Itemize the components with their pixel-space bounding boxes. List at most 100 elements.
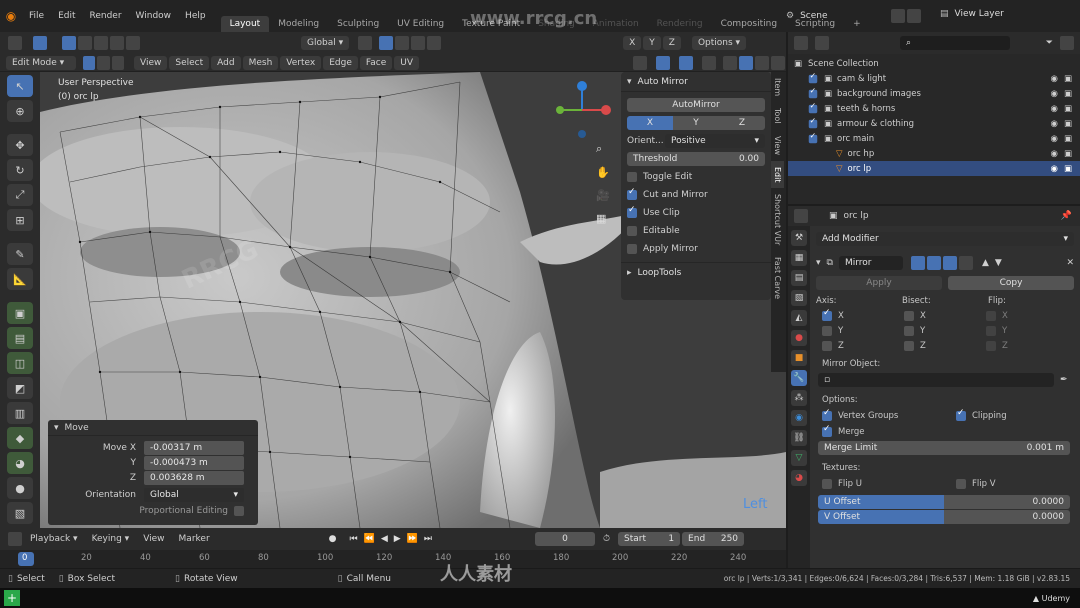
shading-wireframe-icon[interactable]: [722, 55, 737, 70]
automirror-axis-y[interactable]: Y: [673, 116, 719, 130]
sidebar-tab-edit[interactable]: Edit: [771, 160, 784, 189]
rotate-tool[interactable]: ↻: [7, 159, 33, 181]
looptools-header[interactable]: ▸ LoopTools: [621, 262, 771, 282]
move-up-icon[interactable]: ▲: [982, 258, 989, 268]
render-camera-icon[interactable]: ▣: [1064, 164, 1072, 174]
menu-select[interactable]: Select: [169, 55, 210, 70]
shading-solid-icon[interactable]: [738, 55, 753, 70]
u-offset-field[interactable]: U Offset 0.0000: [818, 495, 1070, 509]
flip-checkbox[interactable]: [986, 326, 996, 336]
outliner-search-input[interactable]: ⌕: [900, 36, 1010, 50]
options-dropdown[interactable]: Options ▾: [691, 36, 747, 50]
flip-checkbox[interactable]: [986, 341, 996, 351]
zoom-icon[interactable]: ⌕: [596, 142, 614, 156]
grid-icon[interactable]: ▦: [596, 212, 614, 225]
automirror-axis-x[interactable]: X: [627, 116, 673, 130]
automirror-button[interactable]: AutoMirror: [627, 98, 765, 112]
tab-uv-editing[interactable]: UV Editing: [388, 16, 453, 32]
tab-sculpting[interactable]: Sculpting: [328, 16, 388, 32]
overlay-icon[interactable]: [678, 55, 693, 70]
cursor-tool[interactable]: ⊕: [7, 100, 33, 122]
eye-icon[interactable]: ◉: [1051, 164, 1058, 174]
sidebar-tab-shortcut[interactable]: Shortcut VUr: [771, 188, 784, 251]
prev-keyframe-icon[interactable]: ⏪: [364, 534, 375, 544]
jump-end-icon[interactable]: ⏭: [424, 534, 432, 544]
eye-icon[interactable]: ◉: [1051, 74, 1058, 84]
new-collection-icon[interactable]: [1060, 36, 1074, 50]
timeline-ruler[interactable]: 0 20 40 60 80 100 120 140 160 180 200 220 240: [0, 550, 786, 568]
eye-icon[interactable]: ◉: [1051, 134, 1058, 144]
snap-target-icon[interactable]: [395, 36, 410, 50]
copy-button[interactable]: Copy: [948, 276, 1074, 290]
smooth-tool[interactable]: ●: [7, 477, 33, 499]
falloff-icon[interactable]: [427, 36, 442, 50]
menu-playback[interactable]: Playback ▾: [23, 534, 85, 544]
new-scene-icon[interactable]: [891, 9, 906, 23]
exclude-checkbox[interactable]: [808, 117, 818, 128]
transform-tool[interactable]: ⊞: [7, 209, 33, 231]
mode-dropdown[interactable]: Edit Mode ▾: [6, 55, 77, 70]
mirror-axis-x[interactable]: X: [623, 36, 642, 50]
visibility-icon[interactable]: [632, 55, 647, 70]
tab-compositing[interactable]: Compositing: [712, 16, 786, 32]
start-frame-field[interactable]: Start 1: [618, 532, 681, 546]
loop-cut-tool[interactable]: ▥: [7, 402, 33, 424]
modifier-name-field[interactable]: Mirror: [838, 256, 903, 270]
record-icon[interactable]: ●: [329, 534, 337, 544]
shading-rendered-icon[interactable]: [770, 55, 785, 70]
exclude-checkbox[interactable]: [808, 102, 818, 113]
snap-icon[interactable]: [379, 36, 394, 50]
oncage-toggle-icon[interactable]: [958, 256, 973, 270]
flip-v-checkbox[interactable]: [956, 479, 966, 489]
move-down-icon[interactable]: ▼: [995, 258, 1002, 268]
delete-scene-icon[interactable]: [907, 9, 922, 23]
render-camera-icon[interactable]: ▣: [1064, 104, 1072, 114]
outliner-row[interactable]: ▣ teeth & horns ◉ ▣: [788, 101, 1080, 116]
xray-icon[interactable]: [701, 55, 716, 70]
material-tab[interactable]: ◕: [791, 470, 807, 486]
mirror-object-field[interactable]: ▫: [818, 373, 1054, 387]
mirror-axis-y[interactable]: Y: [643, 36, 661, 50]
automirror-header[interactable]: ▾ Auto Mirror: [621, 72, 771, 92]
automirror-axis-z[interactable]: Z: [719, 116, 765, 130]
move-y-field[interactable]: -0.000473 m: [144, 456, 244, 470]
tab-layout[interactable]: Layout: [220, 16, 270, 32]
shear-tool[interactable]: ▧: [7, 502, 33, 524]
automirror-option-checkbox[interactable]: [627, 205, 637, 218]
menu-keying[interactable]: Keying ▾: [85, 534, 137, 544]
eye-icon[interactable]: ◉: [1051, 89, 1058, 99]
particles-tab[interactable]: ⁂: [791, 390, 807, 406]
exclude-checkbox[interactable]: [808, 72, 818, 83]
outliner-row[interactable]: ▣ cam & light ◉ ▣: [788, 71, 1080, 86]
menu-view-timeline[interactable]: View: [136, 534, 171, 544]
pivot-icon[interactable]: [358, 36, 373, 50]
orientation-dropdown[interactable]: Positive ▾: [665, 134, 765, 148]
play-reverse-icon[interactable]: ◀: [381, 534, 388, 544]
inset-tool[interactable]: ◫: [7, 352, 33, 374]
move-tool[interactable]: ✥: [7, 134, 33, 156]
automirror-option-checkbox[interactable]: [627, 187, 637, 200]
modifier-tab[interactable]: 🔧: [791, 370, 807, 386]
filter-icon[interactable]: ⏷: [1046, 38, 1053, 48]
properties-editor-icon[interactable]: [794, 209, 808, 223]
viewport-toggle-icon[interactable]: [926, 256, 941, 270]
gizmo-icon[interactable]: [655, 55, 670, 70]
view-layer-tab[interactable]: ▧: [791, 290, 807, 306]
outliner-row[interactable]: ▽ orc lp ◉ ▣: [788, 161, 1080, 176]
sidebar-tab-fast-carve[interactable]: Fast Carve: [771, 251, 784, 305]
blender-logo-icon[interactable]: ◉: [0, 9, 22, 23]
current-frame-field[interactable]: 0: [535, 532, 596, 546]
editor-type-icon[interactable]: [8, 36, 22, 50]
render-camera-icon[interactable]: ▣: [1064, 119, 1072, 129]
jump-start-icon[interactable]: ⏮: [350, 534, 358, 544]
menu-edit[interactable]: Edit: [51, 11, 82, 21]
object-tab[interactable]: ■: [791, 350, 807, 366]
select-mode-subtract-icon[interactable]: [94, 36, 108, 50]
merge-limit-field[interactable]: Merge Limit 0.001 m: [818, 441, 1070, 455]
face-select-icon[interactable]: [111, 55, 125, 70]
display-mode-icon[interactable]: [815, 36, 829, 50]
mirror-axis-z[interactable]: Z: [662, 36, 681, 50]
timeline-editor-icon[interactable]: [8, 532, 22, 546]
menu-face[interactable]: Face: [359, 55, 393, 70]
threshold-field[interactable]: Threshold 0.00: [627, 152, 765, 166]
